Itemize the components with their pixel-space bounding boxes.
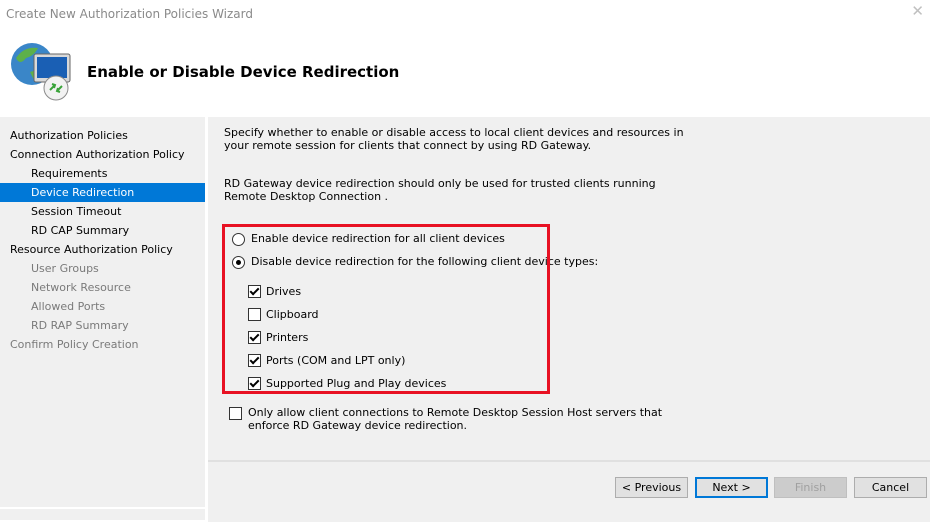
nav-item-session-timeout[interactable]: Session Timeout [0,202,205,221]
enforce-redirection-label[interactable]: Only allow client connections to Remote … [248,406,688,432]
nav-divider [0,507,205,509]
nav-item-confirm-policy-creation: Confirm Policy Creation [10,338,139,351]
close-icon[interactable]: ✕ [911,2,924,20]
wizard-header: Enable or Disable Device Redirection [0,28,930,114]
note-text: RD Gateway device redirection should onl… [224,177,656,203]
cancel-button[interactable]: Cancel [854,477,927,498]
nav-item-rd-rap-summary: RD RAP Summary [31,319,129,332]
nav-item-allowed-ports: Allowed Ports [31,300,106,313]
nav-item-device-redirection[interactable]: Device Redirection [0,183,205,202]
title-bar: Create New Authorization Policies Wizard… [0,0,930,28]
nav-item-rd-cap-summary[interactable]: RD CAP Summary [0,221,205,240]
finish-button: Finish [774,477,847,498]
wizard-steps-nav: Authorization Policies Connection Author… [0,117,205,520]
window-title: Create New Authorization Policies Wizard [6,7,253,21]
next-button[interactable]: Next > [695,477,768,498]
nav-item-connection-authorization-policy[interactable]: Connection Authorization Policy [0,145,205,164]
nav-item-network-resource: Network Resource [31,281,131,294]
nav-item-resource-authorization-policy[interactable]: Resource Authorization Policy [0,240,205,259]
nav-item-authorization-policies[interactable]: Authorization Policies [0,126,205,145]
enforce-redirection-checkbox[interactable] [229,407,242,420]
previous-button[interactable]: < Previous [615,477,688,498]
intro-text: Specify whether to enable or disable acc… [224,126,684,152]
remote-desktop-gateway-icon [11,43,71,101]
nav-item-requirements[interactable]: Requirements [0,164,205,183]
highlight-box [222,224,550,394]
wizard-footer: < Previous Next > Finish Cancel [208,460,930,522]
nav-item-user-groups: User Groups [31,262,99,275]
page-title: Enable or Disable Device Redirection [87,63,400,81]
